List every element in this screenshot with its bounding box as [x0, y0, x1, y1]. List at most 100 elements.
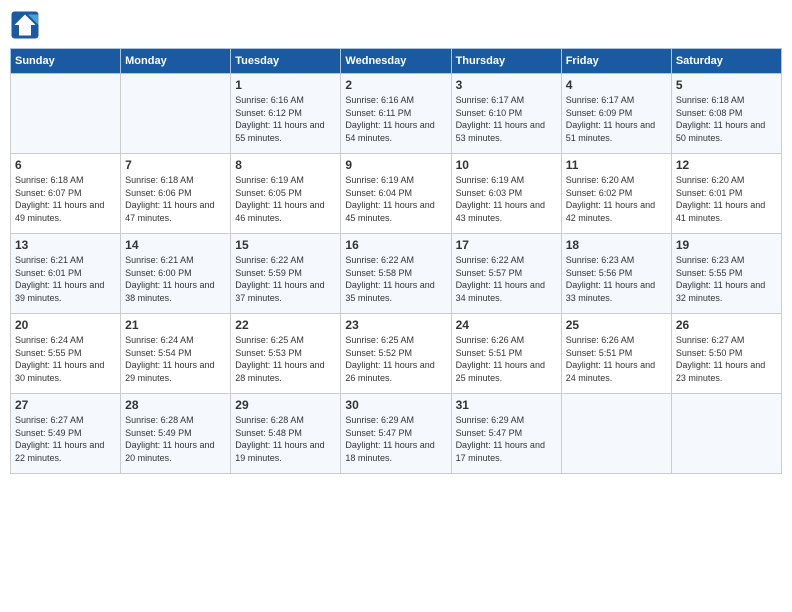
- day-info: Sunrise: 6:27 AM Sunset: 5:49 PM Dayligh…: [15, 414, 116, 464]
- logo-icon: [10, 10, 40, 40]
- calendar-cell: 9 Sunrise: 6:19 AM Sunset: 6:04 PM Daylig…: [341, 154, 451, 234]
- day-info: Sunrise: 6:20 AM Sunset: 6:02 PM Dayligh…: [566, 174, 667, 224]
- calendar-cell: 30 Sunrise: 6:29 AM Sunset: 5:47 PM Dayli…: [341, 394, 451, 474]
- calendar-week-row: 13 Sunrise: 6:21 AM Sunset: 6:01 PM Dayli…: [11, 234, 782, 314]
- day-number: 3: [456, 78, 557, 92]
- day-number: 27: [15, 398, 116, 412]
- calendar-cell: 22 Sunrise: 6:25 AM Sunset: 5:53 PM Dayli…: [231, 314, 341, 394]
- calendar-cell: 15Sunrise: 6:22 AM Sunset: 5:59 PM Dayli…: [231, 234, 341, 314]
- day-number: 17: [456, 238, 557, 252]
- day-info: Sunrise: 6:19 AM Sunset: 6:03 PM Dayligh…: [456, 174, 557, 224]
- day-number: 16: [345, 238, 446, 252]
- calendar-cell: 2 Sunrise: 6:16 AM Sunset: 6:11 PM Daylig…: [341, 74, 451, 154]
- day-number: 19: [676, 238, 777, 252]
- weekday-header-thursday: Thursday: [451, 49, 561, 74]
- day-info: Sunrise: 6:25 AM Sunset: 5:53 PM Dayligh…: [235, 334, 336, 384]
- day-info: Sunrise: 6:18 AM Sunset: 6:06 PM Dayligh…: [125, 174, 226, 224]
- calendar-week-row: 6 Sunrise: 6:18 AM Sunset: 6:07 PM Daylig…: [11, 154, 782, 234]
- logo: [10, 10, 44, 40]
- calendar-cell: 10 Sunrise: 6:19 AM Sunset: 6:03 PM Dayli…: [451, 154, 561, 234]
- calendar-cell: 16 Sunrise: 6:22 AM Sunset: 5:58 PM Dayli…: [341, 234, 451, 314]
- calendar-cell: 5Sunrise: 6:18 AM Sunset: 6:08 PM Daylig…: [671, 74, 781, 154]
- weekday-header-saturday: Saturday: [671, 49, 781, 74]
- day-info: Sunrise: 6:28 AM Sunset: 5:49 PM Dayligh…: [125, 414, 226, 464]
- day-info: Sunrise: 6:22 AM Sunset: 5:58 PM Dayligh…: [345, 254, 446, 304]
- calendar-cell: 25 Sunrise: 6:26 AM Sunset: 5:51 PM Dayli…: [561, 314, 671, 394]
- calendar-cell: 11 Sunrise: 6:20 AM Sunset: 6:02 PM Dayli…: [561, 154, 671, 234]
- day-info: Sunrise: 6:29 AM Sunset: 5:47 PM Dayligh…: [345, 414, 446, 464]
- calendar-cell: 20Sunrise: 6:24 AM Sunset: 5:55 PM Dayli…: [11, 314, 121, 394]
- day-info: Sunrise: 6:21 AM Sunset: 6:01 PM Dayligh…: [15, 254, 116, 304]
- day-info: Sunrise: 6:18 AM Sunset: 6:07 PM Dayligh…: [15, 174, 116, 224]
- day-number: 20: [15, 318, 116, 332]
- calendar-cell: 28 Sunrise: 6:28 AM Sunset: 5:49 PM Dayli…: [121, 394, 231, 474]
- day-number: 24: [456, 318, 557, 332]
- calendar-cell: 21 Sunrise: 6:24 AM Sunset: 5:54 PM Dayli…: [121, 314, 231, 394]
- day-number: 14: [125, 238, 226, 252]
- calendar-cell: 4 Sunrise: 6:17 AM Sunset: 6:09 PM Daylig…: [561, 74, 671, 154]
- day-info: Sunrise: 6:16 AM Sunset: 6:11 PM Dayligh…: [345, 94, 446, 144]
- day-info: Sunrise: 6:22 AM Sunset: 5:57 PM Dayligh…: [456, 254, 557, 304]
- calendar-cell: 14 Sunrise: 6:21 AM Sunset: 6:00 PM Dayli…: [121, 234, 231, 314]
- day-number: 13: [15, 238, 116, 252]
- calendar-week-row: 27 Sunrise: 6:27 AM Sunset: 5:49 PM Dayli…: [11, 394, 782, 474]
- day-number: 21: [125, 318, 226, 332]
- day-number: 25: [566, 318, 667, 332]
- day-number: 2: [345, 78, 446, 92]
- day-info: Sunrise: 6:17 AM Sunset: 6:09 PM Dayligh…: [566, 94, 667, 144]
- day-number: 8: [235, 158, 336, 172]
- day-info: Sunrise: 6:29 AM Sunset: 5:47 PM Dayligh…: [456, 414, 557, 464]
- calendar-cell: 26 Sunrise: 6:27 AM Sunset: 5:50 PM Dayli…: [671, 314, 781, 394]
- day-info: Sunrise: 6:20 AM Sunset: 6:01 PM Dayligh…: [676, 174, 777, 224]
- calendar-cell: 31 Sunrise: 6:29 AM Sunset: 5:47 PM Dayli…: [451, 394, 561, 474]
- page-header: [10, 10, 782, 40]
- calendar-table: SundayMondayTuesdayWednesdayThursdayFrid…: [10, 48, 782, 474]
- day-number: 28: [125, 398, 226, 412]
- day-number: 11: [566, 158, 667, 172]
- calendar-cell: 12Sunrise: 6:20 AM Sunset: 6:01 PM Dayli…: [671, 154, 781, 234]
- calendar-cell: 13 Sunrise: 6:21 AM Sunset: 6:01 PM Dayli…: [11, 234, 121, 314]
- calendar-cell: 23Sunrise: 6:25 AM Sunset: 5:52 PM Dayli…: [341, 314, 451, 394]
- day-number: 7: [125, 158, 226, 172]
- day-number: 4: [566, 78, 667, 92]
- day-info: Sunrise: 6:23 AM Sunset: 5:55 PM Dayligh…: [676, 254, 777, 304]
- weekday-header-row: SundayMondayTuesdayWednesdayThursdayFrid…: [11, 49, 782, 74]
- calendar-cell: 27 Sunrise: 6:27 AM Sunset: 5:49 PM Dayli…: [11, 394, 121, 474]
- calendar-cell: [121, 74, 231, 154]
- day-info: Sunrise: 6:25 AM Sunset: 5:52 PM Dayligh…: [345, 334, 446, 384]
- day-number: 26: [676, 318, 777, 332]
- day-info: Sunrise: 6:21 AM Sunset: 6:00 PM Dayligh…: [125, 254, 226, 304]
- calendar-cell: 29Sunrise: 6:28 AM Sunset: 5:48 PM Dayli…: [231, 394, 341, 474]
- weekday-header-friday: Friday: [561, 49, 671, 74]
- day-info: Sunrise: 6:26 AM Sunset: 5:51 PM Dayligh…: [566, 334, 667, 384]
- day-info: Sunrise: 6:27 AM Sunset: 5:50 PM Dayligh…: [676, 334, 777, 384]
- calendar-cell: 6 Sunrise: 6:18 AM Sunset: 6:07 PM Daylig…: [11, 154, 121, 234]
- weekday-header-wednesday: Wednesday: [341, 49, 451, 74]
- day-info: Sunrise: 6:23 AM Sunset: 5:56 PM Dayligh…: [566, 254, 667, 304]
- calendar-week-row: 20Sunrise: 6:24 AM Sunset: 5:55 PM Dayli…: [11, 314, 782, 394]
- day-number: 31: [456, 398, 557, 412]
- weekday-header-sunday: Sunday: [11, 49, 121, 74]
- calendar-cell: [671, 394, 781, 474]
- day-number: 10: [456, 158, 557, 172]
- day-info: Sunrise: 6:16 AM Sunset: 6:12 PM Dayligh…: [235, 94, 336, 144]
- day-number: 6: [15, 158, 116, 172]
- day-number: 1: [235, 78, 336, 92]
- day-number: 22: [235, 318, 336, 332]
- day-info: Sunrise: 6:26 AM Sunset: 5:51 PM Dayligh…: [456, 334, 557, 384]
- day-info: Sunrise: 6:24 AM Sunset: 5:54 PM Dayligh…: [125, 334, 226, 384]
- day-info: Sunrise: 6:19 AM Sunset: 6:04 PM Dayligh…: [345, 174, 446, 224]
- day-info: Sunrise: 6:19 AM Sunset: 6:05 PM Dayligh…: [235, 174, 336, 224]
- day-number: 18: [566, 238, 667, 252]
- calendar-cell: 18 Sunrise: 6:23 AM Sunset: 5:56 PM Dayli…: [561, 234, 671, 314]
- calendar-cell: 1 Sunrise: 6:16 AM Sunset: 6:12 PM Daylig…: [231, 74, 341, 154]
- day-info: Sunrise: 6:22 AM Sunset: 5:59 PM Dayligh…: [235, 254, 336, 304]
- day-info: Sunrise: 6:18 AM Sunset: 6:08 PM Dayligh…: [676, 94, 777, 144]
- day-number: 29: [235, 398, 336, 412]
- day-number: 30: [345, 398, 446, 412]
- day-number: 9: [345, 158, 446, 172]
- calendar-cell: 7 Sunrise: 6:18 AM Sunset: 6:06 PM Daylig…: [121, 154, 231, 234]
- weekday-header-tuesday: Tuesday: [231, 49, 341, 74]
- calendar-cell: 17 Sunrise: 6:22 AM Sunset: 5:57 PM Dayli…: [451, 234, 561, 314]
- calendar-cell: 19 Sunrise: 6:23 AM Sunset: 5:55 PM Dayli…: [671, 234, 781, 314]
